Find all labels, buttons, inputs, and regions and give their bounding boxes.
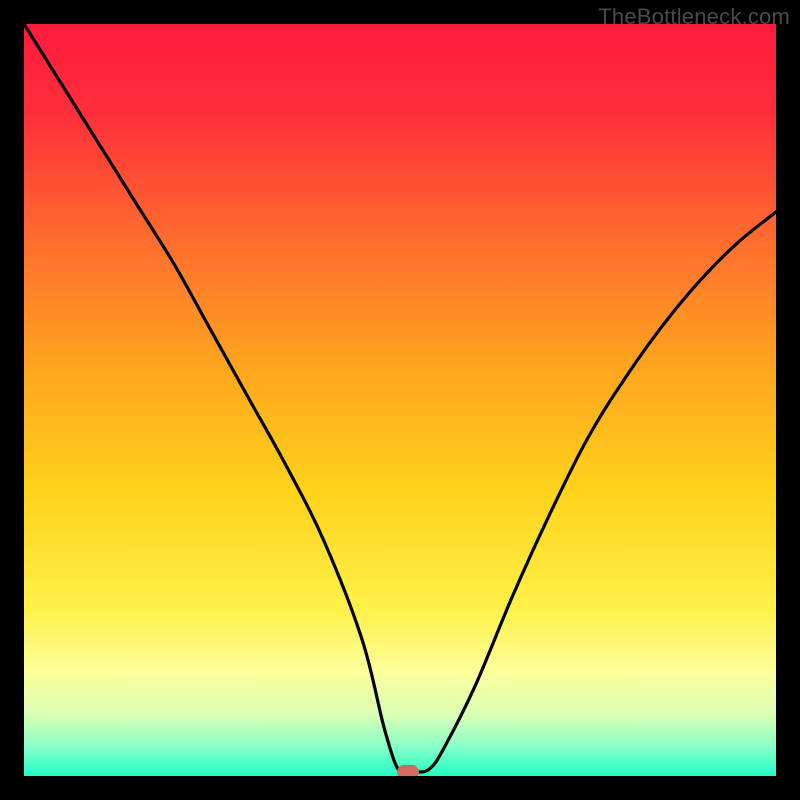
watermark-text: TheBottleneck.com [598,4,790,30]
chart-frame: TheBottleneck.com [0,0,800,800]
min-marker [397,765,419,776]
curve-line [24,24,776,776]
plot-area [24,24,776,776]
